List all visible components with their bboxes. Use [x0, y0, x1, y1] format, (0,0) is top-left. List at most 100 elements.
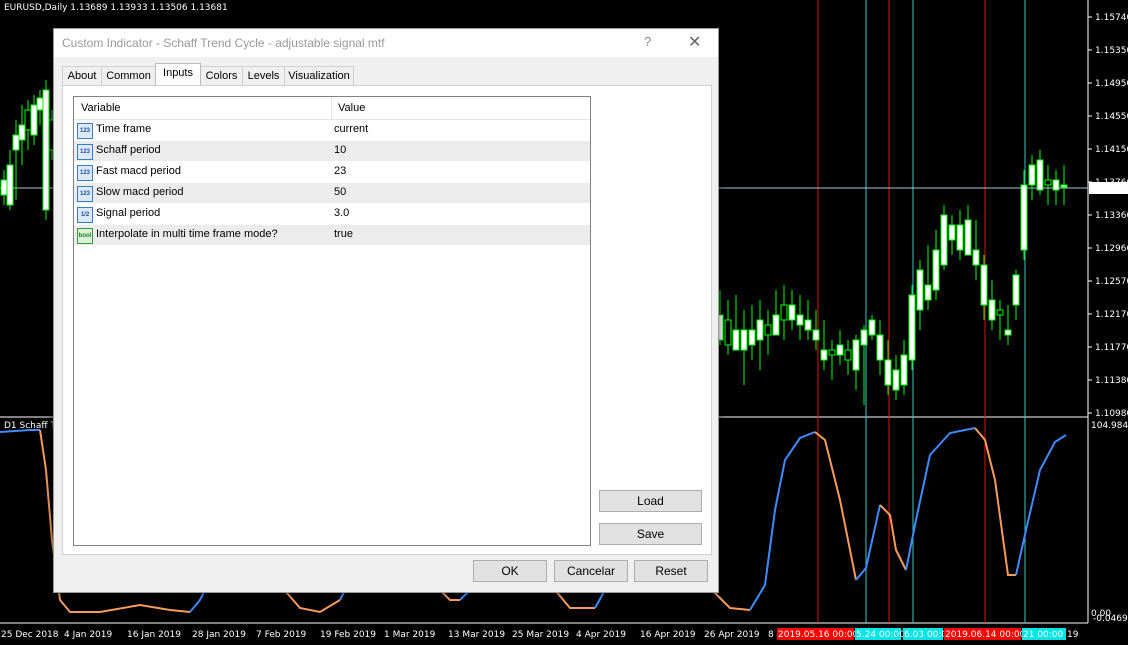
candle-body	[996, 309, 1004, 316]
price-tick-label: 1.15740	[1095, 13, 1128, 23]
candle-body	[30, 104, 38, 136]
input-value[interactable]: current	[334, 123, 368, 135]
candle-body	[876, 334, 884, 361]
price-tick-label: 1.10980	[1095, 409, 1128, 419]
reset-button[interactable]: Reset	[634, 560, 708, 582]
input-row[interactable]: 123 Fast macd period 23	[74, 162, 590, 183]
date-tick-label: 4 Jan 2019	[64, 630, 112, 640]
input-value[interactable]: 10	[334, 144, 346, 156]
input-value[interactable]: 3.0	[334, 207, 349, 219]
candle-body	[42, 89, 50, 211]
candle-body	[908, 294, 916, 361]
tab-common[interactable]: Common	[101, 66, 156, 85]
date-tick-label: 25 Dec 2018	[1, 630, 59, 640]
input-row[interactable]: bool Interpolate in multi time frame mode…	[74, 225, 590, 246]
date-tick-label: 19 Feb 2019	[320, 630, 376, 640]
schaff-line-segment	[905, 427, 976, 571]
tab-inputs[interactable]: Inputs	[155, 63, 201, 85]
dialog-titlebar[interactable]: Custom Indicator - Schaff Trend Cycle - …	[54, 29, 718, 57]
candle-body	[796, 314, 804, 326]
date-tick-label: 28 Jan 2019	[192, 630, 246, 640]
schaff-line-segment	[749, 431, 816, 611]
candle-body	[812, 329, 820, 341]
input-row[interactable]: 1/2 Signal period 3.0	[74, 204, 590, 225]
candle-body	[1020, 184, 1028, 251]
candle-body	[892, 369, 900, 391]
candle-body	[788, 304, 796, 321]
input-value[interactable]: true	[334, 228, 353, 240]
schaff-line-segment	[855, 504, 881, 581]
date-tick-label: 1 Mar 2019	[384, 630, 436, 640]
candle-body	[988, 299, 996, 321]
custom-indicator-dialog: Custom Indicator - Schaff Trend Cycle - …	[53, 28, 719, 593]
time-badge-label: 2019.05.16 00:00	[778, 630, 859, 640]
candle-body	[24, 109, 32, 131]
candle-body	[1036, 159, 1044, 191]
ok-button[interactable]: OK	[473, 560, 547, 582]
candle-body	[852, 339, 860, 371]
date-tick-label: 16 Apr 2019	[640, 630, 696, 640]
candle-body	[820, 349, 828, 361]
candle-body	[18, 124, 26, 141]
date-tick-label: 25 Mar 2019	[512, 630, 569, 640]
input-variable-name: Schaff period	[96, 144, 161, 156]
candle-body	[940, 214, 948, 266]
candle-body	[932, 249, 940, 291]
candle-body	[924, 284, 932, 301]
schaff-line-segment	[814, 431, 857, 581]
time-badge-label: 5.24 00:00	[856, 630, 905, 640]
candle-body	[724, 319, 732, 346]
column-header-value[interactable]: Value	[338, 102, 365, 114]
close-icon[interactable]: ✕	[688, 32, 701, 52]
input-value[interactable]: 23	[334, 165, 346, 177]
tab-colors[interactable]: Colors	[200, 66, 243, 85]
indicator-max-label: 104.9845	[1091, 421, 1128, 431]
date-tick-label: 4 Apr 2019	[576, 630, 626, 640]
price-tick-label: 1.14950	[1095, 79, 1128, 89]
price-tick-label: 1.14150	[1095, 145, 1128, 155]
tab-visualization[interactable]: Visualization	[284, 66, 354, 85]
candle-body	[948, 224, 956, 241]
inputs-tab-panel: Variable Value 123 Time frame current 123 Sc…	[62, 85, 712, 555]
tab-about[interactable]: About	[62, 66, 102, 85]
input-value[interactable]: 50	[334, 186, 346, 198]
candle-body	[980, 264, 988, 306]
save-button[interactable]: Save	[599, 523, 702, 545]
price-tick-label: 1.12170	[1095, 310, 1128, 320]
schaff-line-segment	[974, 427, 1016, 576]
input-row[interactable]: 123 Slow macd period 50	[74, 183, 590, 204]
date-tick-label: 26 Apr 2019	[704, 630, 760, 640]
candle-body	[964, 219, 972, 256]
integer-type-icon: 123	[77, 123, 93, 139]
integer-type-icon: 123	[77, 186, 93, 202]
price-tick-label: 1.13360	[1095, 211, 1128, 221]
input-row[interactable]: 123 Schaff period 10	[74, 141, 590, 162]
date-tick-label: 8	[768, 630, 774, 640]
grid-header: Variable Value	[74, 97, 590, 120]
price-tick-label: 1.12570	[1095, 277, 1128, 287]
tab-levels[interactable]: Levels	[242, 66, 285, 85]
input-variable-name: Slow macd period	[96, 186, 184, 198]
candle-body	[860, 329, 868, 346]
load-button[interactable]: Load	[599, 490, 702, 512]
help-icon[interactable]: ?	[644, 34, 651, 49]
double-type-icon: 1/2	[77, 207, 93, 223]
indicator-min-label: -0.0469	[1093, 614, 1128, 624]
cancel-button[interactable]: Cancelar	[554, 560, 628, 582]
price-tick-label: 1.14550	[1095, 112, 1128, 122]
candle-body	[844, 349, 852, 361]
column-header-variable[interactable]: Variable	[81, 102, 121, 114]
candle-body	[756, 319, 764, 341]
candle-body	[1012, 274, 1020, 306]
candle-body	[12, 134, 20, 151]
candle-body	[36, 97, 44, 111]
input-variable-name: Signal period	[96, 207, 161, 219]
input-row[interactable]: 123 Time frame current	[74, 120, 590, 141]
candle-body	[956, 224, 964, 251]
candle-body	[0, 179, 8, 196]
candle-body	[748, 329, 756, 346]
candle-body	[868, 319, 876, 336]
candle-body	[740, 329, 748, 351]
candle-body	[1004, 329, 1012, 336]
candle-body	[900, 354, 908, 386]
